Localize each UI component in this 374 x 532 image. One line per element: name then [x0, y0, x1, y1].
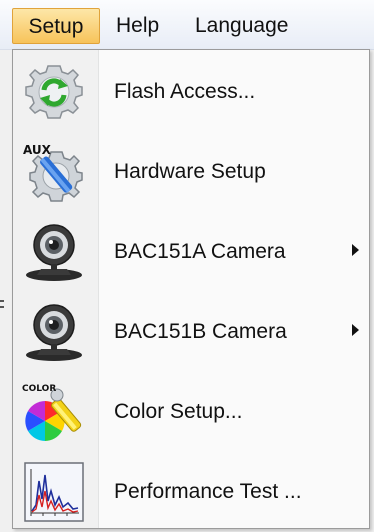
menu-setup[interactable]: Setup	[12, 8, 100, 44]
aux-hardware-icon: AUX	[21, 141, 87, 203]
menu-item-color-setup[interactable]: COLOR Color Setup...	[13, 372, 369, 452]
webcam-icon	[21, 221, 87, 283]
menu-item-bac151b-camera[interactable]: BAC151B Camera	[13, 292, 369, 372]
menu-item-hardware-setup[interactable]: AUX Hardware Setup	[13, 132, 369, 212]
webcam-icon	[21, 301, 87, 363]
color-setup-icon: COLOR	[21, 381, 87, 443]
refresh-gear-icon	[21, 61, 87, 123]
menu-item-label: Flash Access...	[114, 80, 256, 103]
menu-item-performance-test[interactable]: Performance Test ...	[13, 452, 369, 532]
window-edge-mark	[0, 300, 4, 302]
menu-language[interactable]: Language	[185, 8, 298, 44]
submenu-arrow-icon	[352, 244, 359, 256]
menu-item-label: Color Setup...	[114, 400, 243, 423]
setup-dropdown-menu: Flash Access... AUX Hardware Setup BAC15…	[12, 49, 370, 529]
menu-item-label: BAC151A Camera	[114, 240, 286, 263]
menu-help[interactable]: Help	[106, 8, 169, 44]
window-edge-mark	[0, 306, 4, 308]
menu-item-flash-access[interactable]: Flash Access...	[13, 52, 369, 132]
menu-item-label: BAC151B Camera	[114, 320, 287, 343]
menu-item-label: Hardware Setup	[114, 160, 266, 183]
submenu-arrow-icon	[352, 324, 359, 336]
color-icon-text: COLOR	[22, 384, 56, 394]
menu-item-bac151a-camera[interactable]: BAC151A Camera	[13, 212, 369, 292]
performance-chart-icon	[21, 461, 87, 523]
aux-icon-text: AUX	[23, 143, 52, 157]
menu-item-label: Performance Test ...	[114, 480, 302, 503]
menu-bar: Setup Help Language	[0, 0, 374, 50]
